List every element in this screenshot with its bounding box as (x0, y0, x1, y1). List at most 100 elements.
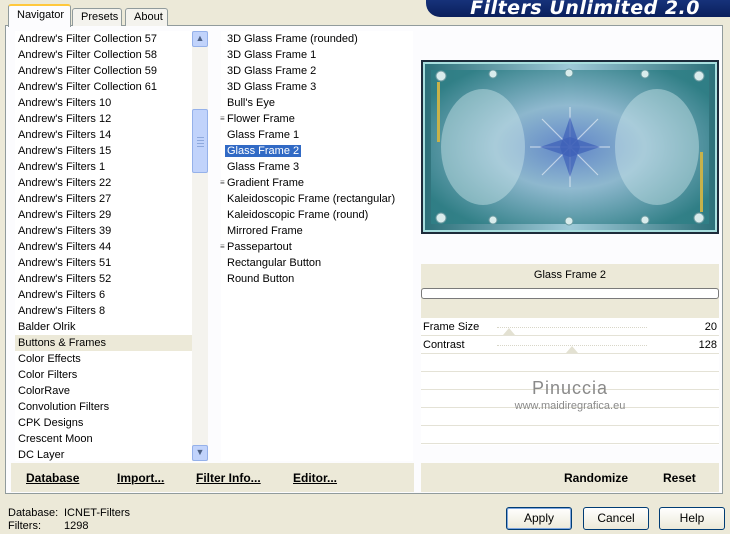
filter-item[interactable]: Mirrored Frame (221, 223, 413, 239)
status-filters-value: 1298 (64, 520, 89, 532)
category-item[interactable]: CPK Designs (15, 415, 192, 431)
filter-item[interactable]: Kaleidoscopic Frame (rectangular) (221, 191, 413, 207)
category-item[interactable]: Andrew's Filters 10 (15, 95, 192, 111)
editor-button[interactable]: Editor... (293, 471, 337, 485)
category-item[interactable]: Andrew's Filter Collection 61 (15, 79, 192, 95)
category-item[interactable]: Andrew's Filters 6 (15, 287, 192, 303)
scroll-down-button[interactable]: ▼ (192, 445, 208, 461)
filter-item[interactable]: ≡ Gradient Frame (220, 175, 413, 191)
filter-item-label: 3D Glass Frame 1 (227, 49, 317, 61)
navigator-toolbar: Database Import... Filter Info... Editor… (11, 463, 414, 492)
status-filters-label: Filters: (8, 520, 41, 532)
parameter-slider-thumb[interactable] (566, 346, 578, 353)
database-button[interactable]: Database (26, 471, 79, 485)
category-item[interactable]: Color Filters (15, 367, 192, 383)
filter-item-label: Bull's Eye (227, 97, 275, 109)
filter-item[interactable]: Round Button (221, 271, 413, 287)
filter-item[interactable]: ≡ Flower Frame (220, 111, 413, 127)
scroll-thumb[interactable] (192, 109, 208, 173)
filter-item[interactable]: Kaleidoscopic Frame (round) (221, 207, 413, 223)
filter-item-label: Gradient Frame (227, 177, 305, 189)
category-item[interactable]: ColorRave (15, 383, 192, 399)
filter-item-label: Passepartout (227, 241, 292, 253)
help-button[interactable]: Help (659, 507, 725, 530)
filter-item[interactable]: Rectangular Button (221, 255, 413, 271)
status-database-value: ICNET-Filters (64, 507, 130, 519)
category-item[interactable]: Andrew's Filters 14 (15, 127, 192, 143)
parameter-value: 20 (704, 321, 717, 333)
filter-preview-image (421, 60, 719, 234)
tab-presets[interactable]: Presets (72, 8, 122, 26)
category-item[interactable]: Andrew's Filters 12 (15, 111, 192, 127)
category-item[interactable]: Andrew's Filters 29 (15, 207, 192, 223)
grip-icon: ≡ (220, 114, 225, 124)
filter-list[interactable]: 3D Glass Frame (rounded) 3D Glass Frame 1… (220, 31, 413, 461)
category-item[interactable]: Buttons & Frames (15, 335, 192, 351)
apply-button[interactable]: Apply (506, 507, 572, 530)
filter-item[interactable]: Glass Frame 1 (221, 127, 413, 143)
status-database-label: Database: (8, 507, 59, 519)
parameter-sliders: Contrast 128 Frame Size 20 Pinuccia www.mai… (421, 318, 719, 445)
filter-item[interactable]: Bull's Eye (221, 95, 413, 111)
category-item[interactable]: Andrew's Filters 8 (15, 303, 192, 319)
preview-artwork (423, 62, 717, 232)
import-button[interactable]: Import... (117, 471, 164, 485)
category-item[interactable]: Andrew's Filters 44 (15, 239, 192, 255)
parameter-row[interactable]: Frame Size 20 (421, 318, 719, 336)
grip-icon: ≡ (220, 242, 225, 252)
parameter-row (421, 354, 719, 372)
parameter-label: Contrast (423, 339, 465, 351)
category-item[interactable]: Andrew's Filter Collection 57 (15, 31, 192, 47)
filter-item[interactable]: 3D Glass Frame (rounded) (221, 31, 413, 47)
category-item[interactable]: Andrew's Filters 1 (15, 159, 192, 175)
filter-item-label: Glass Frame 2 (225, 145, 302, 157)
filter-item-label: Mirrored Frame (227, 225, 303, 237)
randomize-button[interactable]: Randomize (564, 471, 628, 485)
category-item[interactable]: Andrew's Filters 27 (15, 191, 192, 207)
category-item[interactable]: DC Layer (15, 447, 192, 463)
filter-item[interactable]: 3D Glass Frame 2 (221, 63, 413, 79)
filter-item-label: 3D Glass Frame 3 (227, 81, 317, 93)
parameter-row[interactable]: Contrast 128 (421, 336, 719, 354)
category-item[interactable]: Andrew's Filters 39 (15, 223, 192, 239)
banner-title: Filters Unlimited 2.0 (470, 0, 700, 17)
parameter-slider-thumb[interactable] (502, 328, 515, 335)
filter-item-label: Flower Frame (227, 113, 295, 125)
preview-filter-name: Glass Frame 2 (421, 264, 719, 286)
status-database: Database: ICNET-Filters (8, 507, 130, 519)
filter-item[interactable]: Glass Frame 3 (221, 159, 413, 175)
reset-button[interactable]: Reset (663, 471, 696, 485)
category-item[interactable]: Andrew's Filters 52 (15, 271, 192, 287)
tab-navigator[interactable]: Navigator (8, 4, 71, 27)
category-item[interactable]: Crescent Moon (15, 431, 192, 447)
filter-item-label: Glass Frame 3 (227, 161, 300, 173)
parameter-slider-track[interactable] (497, 327, 647, 328)
category-list[interactable]: Andrew's Filter Collection 57 Andrew's Fi… (15, 31, 192, 461)
status-filters: Filters: 1298 (8, 520, 88, 532)
filter-info-button[interactable]: Filter Info... (196, 471, 261, 485)
category-item[interactable]: Andrew's Filters 51 (15, 255, 192, 271)
category-item[interactable]: Color Effects (15, 351, 192, 367)
filter-item[interactable]: 3D Glass Frame 1 (221, 47, 413, 63)
parameter-value: 128 (698, 339, 717, 351)
render-progress-bar (421, 288, 719, 299)
filter-item-label: Round Button (227, 273, 295, 285)
filter-item[interactable]: ≡ Passepartout (220, 239, 413, 255)
filter-item-label: 3D Glass Frame (rounded) (227, 33, 358, 45)
cancel-button[interactable]: Cancel (583, 507, 649, 530)
category-item[interactable]: Andrew's Filter Collection 58 (15, 47, 192, 63)
filter-item[interactable]: 3D Glass Frame 3 (221, 79, 413, 95)
filter-item-label: Rectangular Button (227, 257, 322, 269)
category-item[interactable]: Balder Olrik (15, 319, 192, 335)
category-item[interactable]: Andrew's Filter Collection 59 (15, 63, 192, 79)
scroll-up-button[interactable]: ▲ (192, 31, 208, 47)
filter-item-label: Glass Frame 1 (227, 129, 300, 141)
tab-about[interactable]: About (125, 8, 168, 26)
filter-item-label: Kaleidoscopic Frame (rectangular) (227, 193, 396, 205)
category-scrollbar[interactable]: ▲ ▼ (192, 31, 208, 461)
filter-item[interactable]: Glass Frame 2 (221, 143, 413, 159)
category-item[interactable]: Andrew's Filters 22 (15, 175, 192, 191)
category-item[interactable]: Andrew's Filters 15 (15, 143, 192, 159)
filter-item-label: Kaleidoscopic Frame (round) (227, 209, 369, 221)
category-item[interactable]: Convolution Filters (15, 399, 192, 415)
